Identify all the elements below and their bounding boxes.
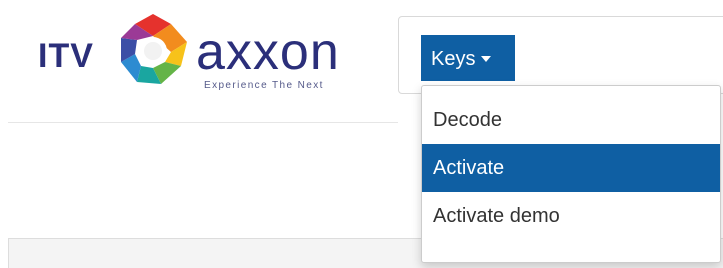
header-divider [8, 122, 398, 123]
caret-down-icon [481, 55, 492, 62]
logo-flower-icon [121, 14, 187, 84]
logo-tagline: Experience The Next [204, 80, 324, 91]
itv-axxon-logo[interactable]: ITV axxon Experience The Next [38, 10, 388, 100]
menu-item-activate[interactable]: Activate [422, 144, 720, 192]
keys-dropdown-button[interactable]: Keys [421, 35, 515, 81]
logo-itv-text: ITV [38, 37, 94, 75]
menu-item-decode[interactable]: Decode [422, 96, 720, 144]
page: ITV axxon Experience The Next Keys Decod… [0, 0, 723, 268]
keys-button-label: Keys [431, 47, 476, 70]
keys-dropdown-menu: Decode Activate Activate demo [421, 85, 721, 263]
logo-axxon-text: axxon [196, 23, 340, 81]
menu-item-activate-demo[interactable]: Activate demo [422, 192, 720, 240]
